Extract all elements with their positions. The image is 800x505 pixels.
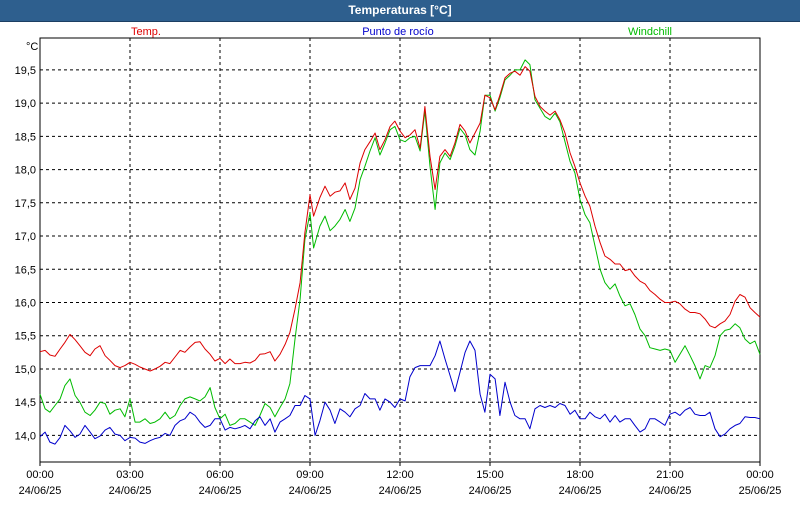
x-tick-date: 24/06/25 bbox=[289, 485, 332, 497]
y-axis-ticks: 14,0 14,5 15,0 15,5 16,0 16,5 17,0 17,5 18,0 18,5… bbox=[15, 65, 36, 442]
legend-item-1: Punto de rocío bbox=[362, 26, 434, 38]
y-tick-label: 17,5 bbox=[15, 198, 36, 210]
x-tick-date: 25/06/25 bbox=[739, 485, 782, 497]
line-chart: 14,0 14,5 15,0 15,5 16,0 16,5 17,0 17,5 18,0 18,5… bbox=[15, 26, 782, 497]
y-tick-label: 17,0 bbox=[15, 231, 36, 243]
y-axis-unit-label: °C bbox=[26, 41, 38, 53]
x-tick-date: 24/06/25 bbox=[649, 485, 692, 497]
chart-title: Temperaturas [°C] bbox=[348, 3, 452, 17]
x-tick-date: 24/06/25 bbox=[19, 485, 62, 497]
y-tick-label: 16,5 bbox=[15, 264, 36, 276]
y-tick-label: 18,5 bbox=[15, 131, 36, 143]
x-axis-ticks: 00:00 24/06/25 03:00 24/06/25 06:00 24/06/25 0… bbox=[19, 462, 782, 497]
chart-area: 14,0 14,5 15,0 15,5 16,0 16,5 17,0 17,5 18,0 18,5… bbox=[0, 22, 800, 500]
x-tick-date: 24/06/25 bbox=[559, 485, 602, 497]
y-tick-label: 18,0 bbox=[15, 165, 36, 177]
x-tick-time: 03:00 bbox=[116, 469, 144, 481]
y-tick-label: 15,0 bbox=[15, 364, 36, 376]
x-tick-time: 00:00 bbox=[26, 469, 54, 481]
y-tick-label: 16,0 bbox=[15, 298, 36, 310]
x-tick-date: 24/06/25 bbox=[469, 485, 512, 497]
x-tick-time: 12:00 bbox=[386, 469, 414, 481]
y-tick-label: 14,5 bbox=[15, 397, 36, 409]
x-tick-time: 15:00 bbox=[476, 469, 504, 481]
x-tick-time: 00:00 bbox=[746, 469, 774, 481]
x-tick-time: 09:00 bbox=[296, 469, 324, 481]
x-tick-time: 18:00 bbox=[566, 469, 594, 481]
legend-item-2: Windchill bbox=[628, 26, 672, 38]
x-tick-date: 24/06/25 bbox=[199, 485, 242, 497]
title-bar: Temperaturas [°C] bbox=[0, 0, 800, 22]
x-tick-time: 21:00 bbox=[656, 469, 684, 481]
y-tick-label: 19,5 bbox=[15, 65, 36, 77]
legend: Temp. Punto de rocío Windchill bbox=[131, 26, 672, 38]
x-tick-date: 24/06/25 bbox=[109, 485, 152, 497]
y-tick-label: 15,5 bbox=[15, 331, 36, 343]
y-tick-label: 19,0 bbox=[15, 98, 36, 110]
x-tick-time: 06:00 bbox=[206, 469, 234, 481]
temperature-chart-window: Temperaturas [°C] 14,0 14,5 15,0 15,5 16,0 16… bbox=[0, 0, 800, 500]
y-tick-label: 14,0 bbox=[15, 430, 36, 442]
legend-item-0: Temp. bbox=[131, 26, 161, 38]
x-tick-date: 24/06/25 bbox=[379, 485, 422, 497]
